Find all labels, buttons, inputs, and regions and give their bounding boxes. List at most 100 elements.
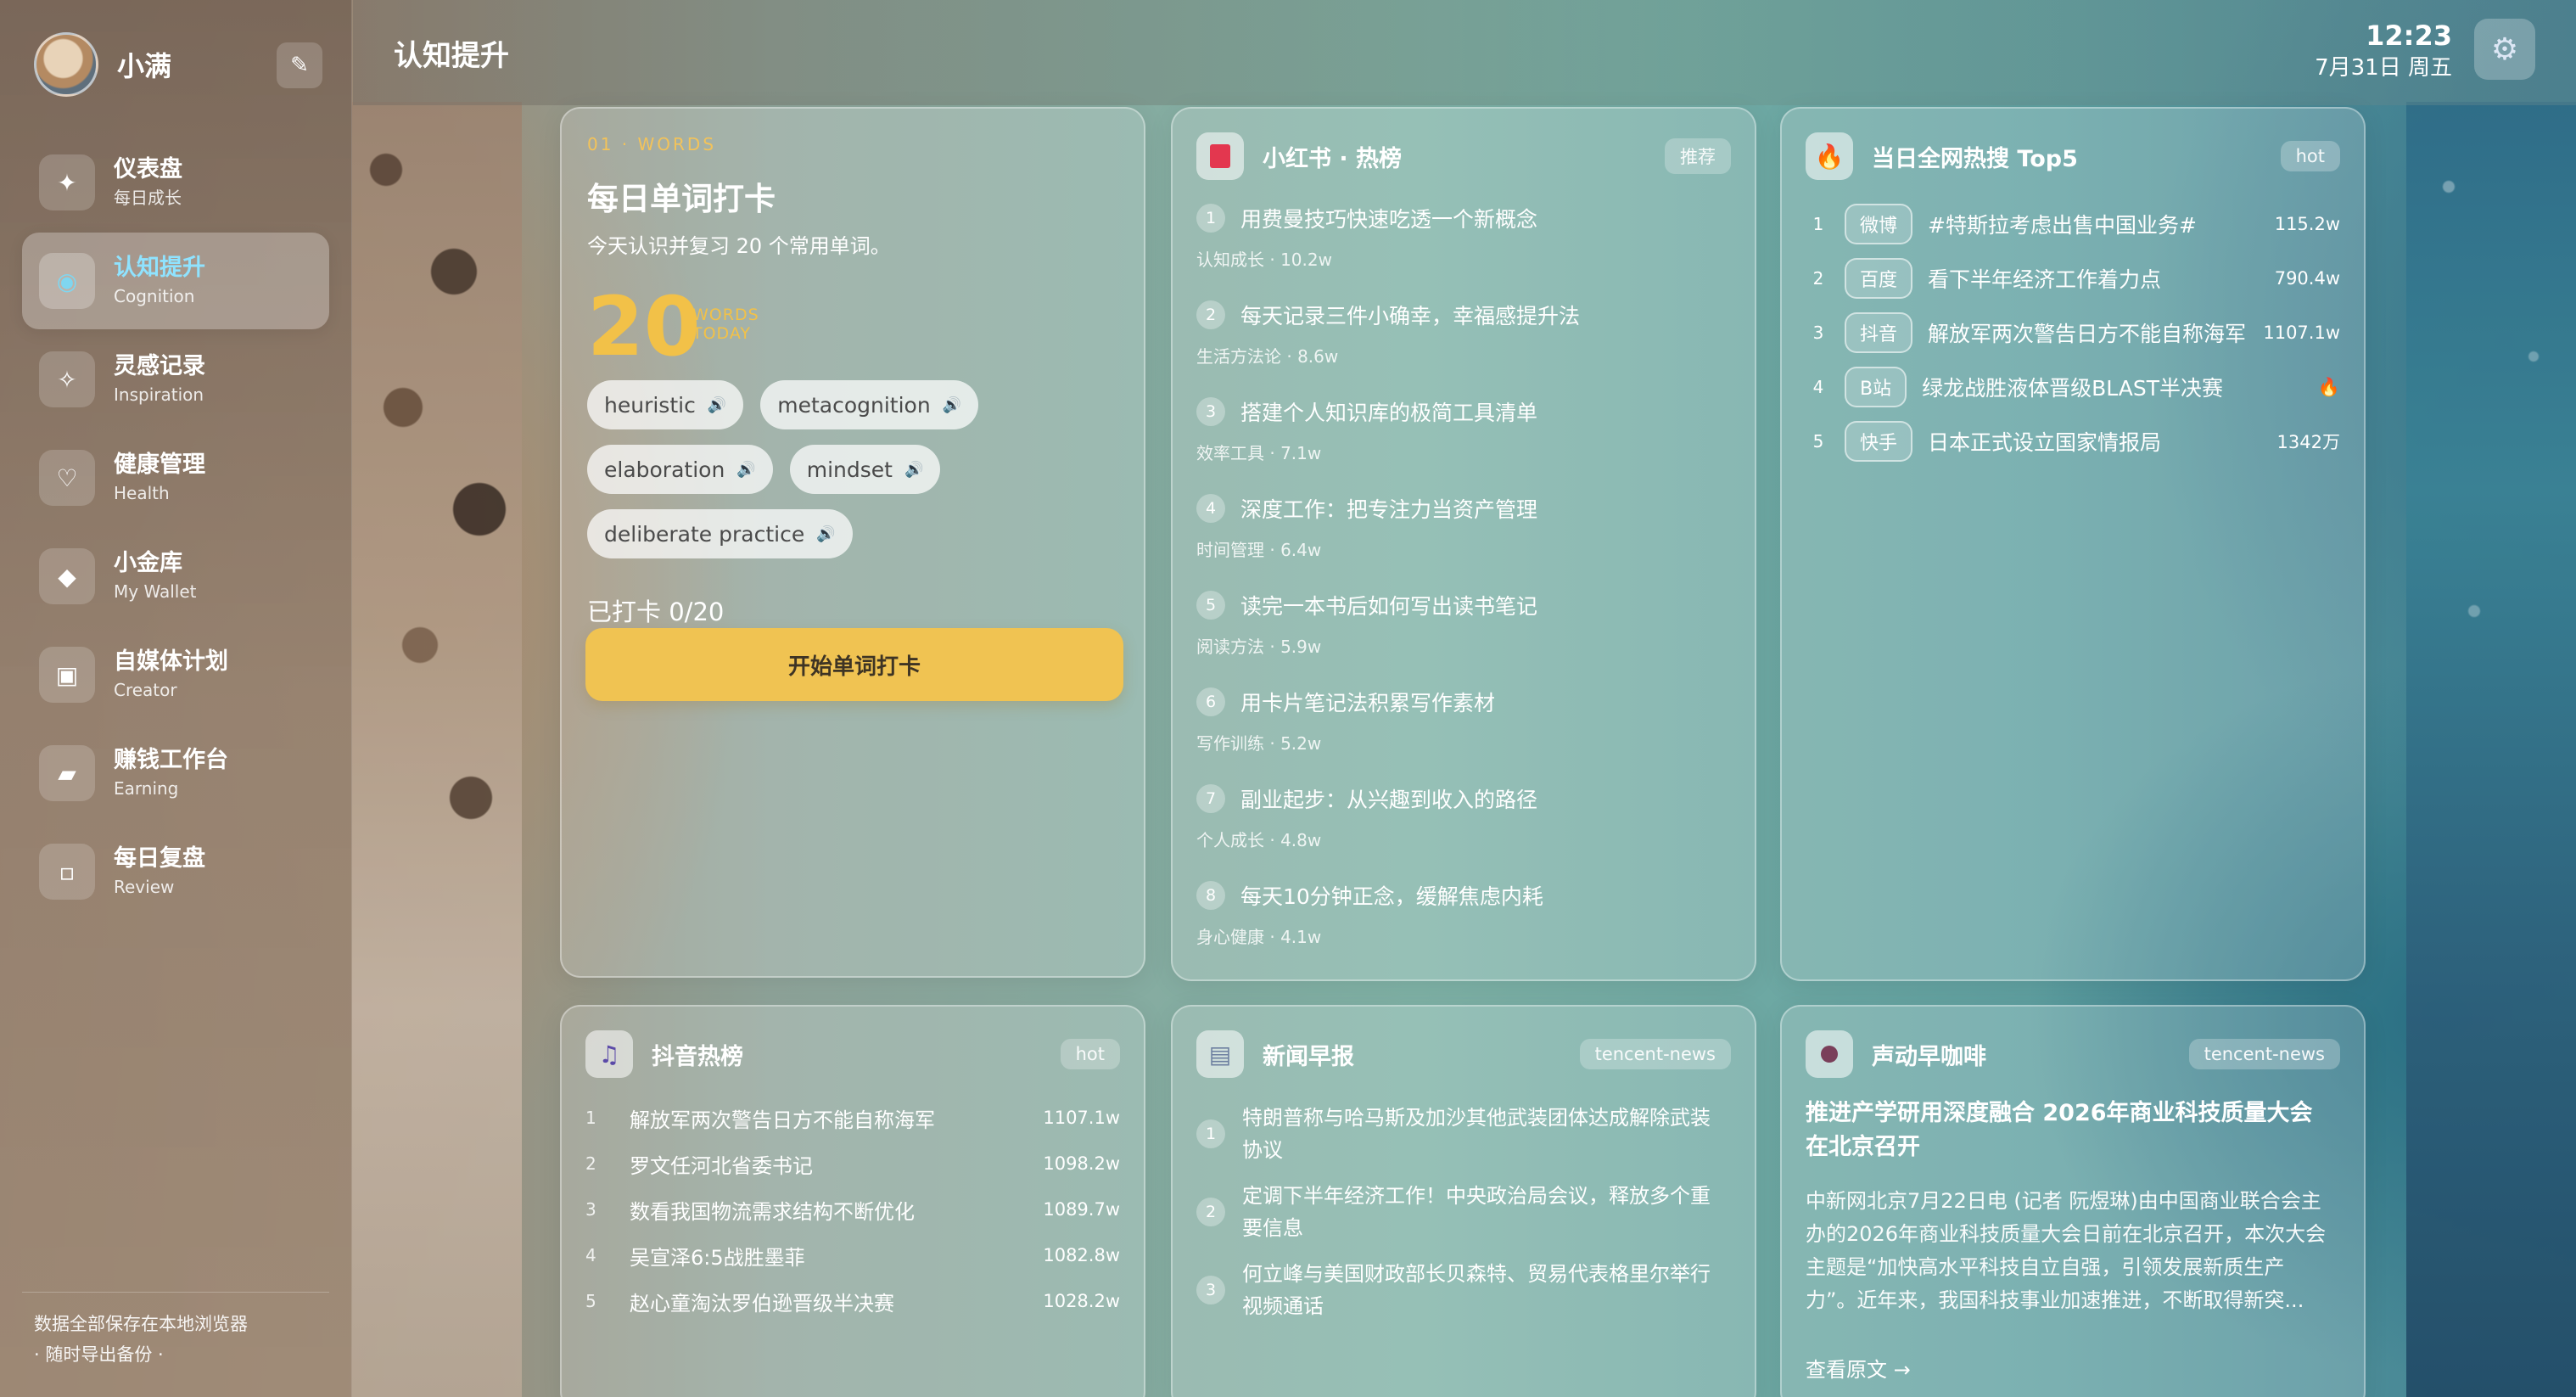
douyin-row[interactable]: 1 解放军两次警告日方不能自称海军 1107.1w xyxy=(585,1095,1120,1141)
list-item[interactable]: 8 每天10分钟正念，缓解焦虑内耗 身心健康 · 4.1w xyxy=(1196,872,1731,969)
news-title: 定调下半年经济工作！中央政治局会议，释放多个重要信息 xyxy=(1242,1184,1711,1240)
words-count: 20 xyxy=(587,279,701,374)
sidebar-item[interactable]: ♡ 健康管理 Health xyxy=(22,429,329,526)
speaker-icon[interactable]: 🔊 xyxy=(943,396,961,414)
sidebar-item[interactable]: ◆ 小金库 My Wallet xyxy=(22,528,329,625)
platform-badge: B站 xyxy=(1845,367,1907,407)
edit-profile-button[interactable]: ✎ xyxy=(277,42,322,88)
word-chip[interactable]: metacognition 🔊 xyxy=(760,380,979,429)
rank-number: 2 xyxy=(1812,268,1824,289)
douyin-row[interactable]: 2 罗文任河北省委书记 1098.2w xyxy=(585,1141,1120,1187)
sidebar-item-text: 灵感记录 Inspiration xyxy=(114,351,205,407)
gear-icon: ⚙ xyxy=(2490,31,2519,67)
news-title: 何立峰与美国财政部长贝森特、贸易代表格里尔举行视频通话 xyxy=(1242,1262,1711,1318)
speaker-icon[interactable]: 🔊 xyxy=(816,525,835,543)
douyin-value: 1098.2w xyxy=(1043,1153,1120,1174)
word-chip[interactable]: mindset 🔊 xyxy=(789,445,941,494)
sidebar-item[interactable]: ▫ 每日复盘 Review xyxy=(22,823,329,920)
hot-search-value: 790.4w xyxy=(2274,268,2340,289)
dot-square-icon: ▫ xyxy=(39,844,95,900)
sidebar-item-label: 自媒体计划 xyxy=(114,648,228,675)
coffee-card: 声动早咖啡 tencent-news 推进产学研用深度融合 2026年商业科技质… xyxy=(1780,1005,2366,1397)
speaker-icon[interactable]: 🔊 xyxy=(736,461,755,479)
list-item[interactable]: 3 搭建个人知识库的极简工具清单 效率工具 · 7.1w xyxy=(1196,389,1731,485)
list-item[interactable]: 7 副业起步：从兴趣到收入的路径 个人成长 · 4.8w xyxy=(1196,776,1731,872)
word-chip[interactable]: elaboration 🔊 xyxy=(587,445,773,494)
list-item[interactable]: 2 每天记录三件小确幸，幸福感提升法 生活方法论 · 8.6w xyxy=(1196,292,1731,389)
coffee-headline[interactable]: 推进产学研用深度融合 2026年商业科技质量大会在北京召开 xyxy=(1806,1097,2330,1164)
news-item[interactable]: 3 何立峰与美国财政部长贝森特、贸易代表格里尔举行视频通话 xyxy=(1196,1251,1721,1329)
clock-date: 7月31日 周五 xyxy=(2315,55,2452,81)
hot-search-row[interactable]: 4 B站 绿龙战胜液体晋级BLAST半决赛 🔥 xyxy=(1806,360,2340,414)
list-item[interactable]: 5 读完一本书后如何写出读书笔记 阅读方法 · 5.9w xyxy=(1196,582,1731,679)
footer-storage-note: 数据全部保存在本地浏览器 xyxy=(34,1314,248,1334)
list-item[interactable]: 6 用卡片笔记法积累写作素材 写作训练 · 5.2w xyxy=(1196,679,1731,776)
sidebar-item[interactable]: ▣ 自媒体计划 Creator xyxy=(22,626,329,723)
sidebar-item-label: 认知提升 xyxy=(114,255,205,281)
douyin-title: 赵心童淘汰罗伯逊晋级半决赛 xyxy=(630,1291,894,1316)
rank-number: 4 xyxy=(585,1245,596,1265)
hot-search-row[interactable]: 3 抖音 解放军两次警告日方不能自称海军 1107.1w xyxy=(1806,306,2340,360)
news-item[interactable]: 2 定调下半年经济工作！中央政治局会议，释放多个重要信息 xyxy=(1196,1173,1721,1251)
list-item-row: 6 用卡片笔记法积累写作素材 xyxy=(1196,679,1731,725)
douyin-row[interactable]: 5 赵心童淘汰罗伯逊晋级半决赛 1028.2w xyxy=(585,1278,1120,1324)
sidebar-item-sublabel: Earning xyxy=(114,778,179,799)
word-chip-label: elaboration xyxy=(604,457,725,482)
word-chips: heuristic 🔊 metacognition 🔊 elaboration 🔊 mind… xyxy=(587,380,1096,558)
list-item-row: 7 副业起步：从兴趣到收入的路径 xyxy=(1196,776,1731,822)
top-bar: 认知提升 12:23 7月31日 周五 ⚙ xyxy=(353,0,2576,105)
sidebar-item-sublabel: Creator xyxy=(114,680,177,700)
douyin-title: 吴宣泽6:5战胜墨菲 xyxy=(630,1245,805,1270)
news-card-title: 新闻早报 xyxy=(1263,1043,1354,1070)
speaker-icon[interactable]: 🔊 xyxy=(708,396,726,414)
sidebar-item[interactable]: ✧ 灵感记录 Inspiration xyxy=(22,331,329,428)
sidebar-item[interactable]: ✦ 仪表盘 每日成长 xyxy=(22,134,329,231)
douyin-list: 1 解放军两次警告日方不能自称海军 1107.1w 2 罗文任河北省委书记 1098.2w… xyxy=(585,1095,1120,1324)
list-item[interactable]: 4 深度工作：把专注力当资产管理 时间管理 · 6.4w xyxy=(1196,485,1731,582)
sidebar-item-text: 赚钱工作台 Earning xyxy=(114,745,228,801)
view-original-link[interactable]: 查看原文 → xyxy=(1806,1353,1911,1383)
top5-list: 1 微博 #特斯拉考虑出售中国业务# 115.2w 2 百度 看下半年经济工作着力点 790.… xyxy=(1806,197,2340,468)
sidebar-item-label: 健康管理 xyxy=(114,452,205,478)
rank-badge: 4 xyxy=(1196,494,1225,523)
hot-search-value: 115.2w xyxy=(2274,214,2340,234)
news-card-tag: tencent-news xyxy=(1579,1039,1731,1069)
word-chip[interactable]: deliberate practice 🔊 xyxy=(587,509,853,558)
clock-time: 12:23 xyxy=(2366,20,2452,52)
douyin-title: 数看我国物流需求结构不断优化 xyxy=(630,1199,915,1224)
background-sea xyxy=(2406,102,2576,1397)
sidebar-item[interactable]: ◉ 认知提升 Cognition xyxy=(22,233,329,329)
speaker-icon[interactable]: 🔊 xyxy=(904,461,923,479)
platform-badge: 百度 xyxy=(1845,258,1913,299)
list-item[interactable]: 1 用费曼技巧快速吃透一个新概念 认知成长 · 10.2w xyxy=(1196,195,1731,292)
rank-badge: 2 xyxy=(1196,300,1225,329)
douyin-row[interactable]: 4 吴宣泽6:5战胜墨菲 1082.8w xyxy=(585,1232,1120,1278)
news-title: 特朗普称与哈马斯及加沙其他武装团体达成解除武装协议 xyxy=(1242,1106,1711,1162)
list-item-row: 4 深度工作：把专注力当资产管理 xyxy=(1196,485,1731,531)
fire-icon: 🔥 xyxy=(1806,132,1853,180)
sidebar-item[interactable]: ▰ 赚钱工作台 Earning xyxy=(22,725,329,822)
start-words-button[interactable]: 开始单词打卡 xyxy=(585,628,1123,701)
hot-search-title: 看下半年经济工作着力点 xyxy=(1928,267,2162,292)
pencil-icon: ✎ xyxy=(290,53,309,78)
list-item-meta: 效率工具 · 7.1w xyxy=(1196,443,1322,463)
avatar[interactable] xyxy=(34,32,98,97)
word-chip-label: metacognition xyxy=(777,392,931,418)
circle-icon: ◉ xyxy=(39,253,95,309)
sidebar-item-label: 仪表盘 xyxy=(114,156,182,182)
sidebar-footer: 数据全部保存在本地浏览器 · 随时导出备份 · xyxy=(34,1309,248,1370)
list-item-title: 用卡片笔记法积累写作素材 xyxy=(1240,691,1496,715)
top5-card-header: 🔥 当日全网热搜 Top5 hot xyxy=(1806,132,2340,180)
settings-button[interactable]: ⚙ xyxy=(2474,19,2535,80)
douyin-title: 罗文任河北省委书记 xyxy=(630,1153,813,1178)
hot-search-row[interactable]: 2 百度 看下半年经济工作着力点 790.4w xyxy=(1806,251,2340,306)
sidebar-item-text: 小金库 My Wallet xyxy=(114,548,196,604)
hot-search-row[interactable]: 5 快手 日本正式设立国家情报局 1342万 xyxy=(1806,414,2340,468)
news-item[interactable]: 1 特朗普称与哈马斯及加沙其他武装团体达成解除武装协议 xyxy=(1196,1095,1721,1173)
word-chip[interactable]: heuristic 🔊 xyxy=(587,380,744,429)
list-item-title: 深度工作：把专注力当资产管理 xyxy=(1240,497,1538,522)
xhs-card: 小红书 · 热榜 推荐 1 用费曼技巧快速吃透一个新概念 认知成长 · 10.2w 2… xyxy=(1171,107,1756,981)
douyin-row[interactable]: 3 数看我国物流需求结构不断优化 1089.7w xyxy=(585,1187,1120,1232)
hot-search-row[interactable]: 1 微博 #特斯拉考虑出售中国业务# 115.2w xyxy=(1806,197,2340,251)
list-item-title: 每天10分钟正念，缓解焦虑内耗 xyxy=(1240,884,1543,909)
